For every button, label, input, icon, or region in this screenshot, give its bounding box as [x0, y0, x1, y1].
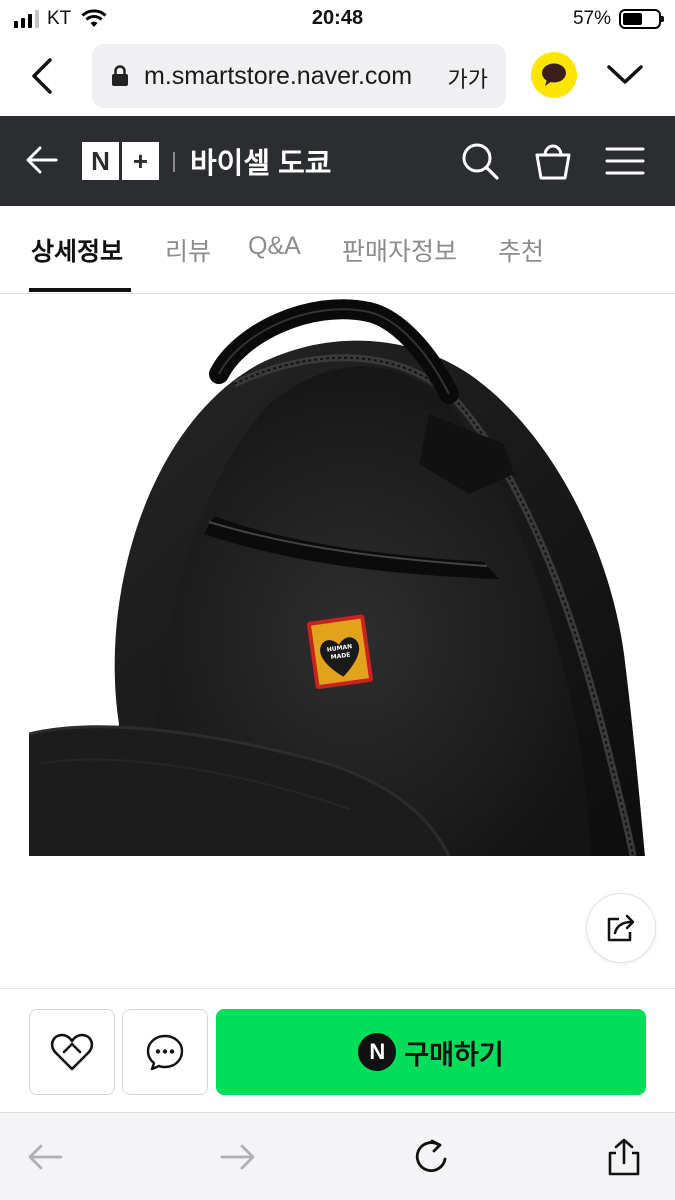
logo-n: N	[82, 142, 119, 180]
naver-plus-logo[interactable]: N +	[82, 142, 160, 180]
lock-icon	[112, 65, 128, 86]
browser-toolbar	[0, 1112, 675, 1200]
tab-qna[interactable]: Q&A	[248, 232, 301, 261]
chat-bubble-icon	[146, 1034, 184, 1071]
share-upload-icon[interactable]	[604, 1137, 644, 1177]
status-right: 57%	[572, 8, 664, 30]
store-header: N + 바이셀 도쿄	[0, 116, 675, 206]
talk-button[interactable]	[122, 1009, 208, 1095]
tab-review[interactable]: 리뷰	[165, 232, 211, 268]
browser-url-row: m.smartstore.naver.com 가가	[0, 40, 675, 112]
back-arrow-icon[interactable]	[24, 142, 60, 178]
backpack-illustration: HUMAN MADE	[29, 299, 645, 856]
battery-icon	[619, 9, 664, 29]
header-divider	[173, 152, 175, 172]
kakao-talk-button[interactable]	[531, 52, 577, 98]
share-icon	[607, 914, 635, 942]
product-image: HUMAN MADE	[29, 294, 645, 856]
heart-icon	[50, 1033, 94, 1071]
buy-label: 구매하기	[404, 1039, 504, 1070]
back-arrow-icon[interactable]	[25, 1137, 65, 1177]
purchase-action-bar: N 구매하기	[0, 988, 675, 1112]
shopping-bag-icon[interactable]	[532, 140, 574, 182]
tab-detail[interactable]: 상세정보	[31, 232, 123, 268]
speech-bubble-icon	[542, 63, 566, 86]
menu-icon[interactable]	[604, 140, 646, 182]
tab-seller-info[interactable]: 판매자정보	[342, 232, 457, 268]
battery-percent: 57%	[572, 8, 611, 29]
status-bar: KT 20:48 57%	[0, 0, 675, 38]
buy-button[interactable]: N 구매하기	[216, 1009, 646, 1095]
human-made-patch: HUMAN MADE	[306, 614, 374, 690]
store-name[interactable]: 바이셀 도쿄	[190, 140, 331, 182]
address-bar[interactable]: m.smartstore.naver.com 가가	[92, 44, 506, 108]
forward-arrow-icon[interactable]	[218, 1137, 258, 1177]
wishlist-button[interactable]	[29, 1009, 115, 1095]
logo-plus: +	[122, 142, 159, 180]
reload-icon[interactable]	[412, 1137, 452, 1177]
tab-recommend[interactable]: 추천	[498, 232, 544, 268]
text-size-button[interactable]: 가가	[448, 62, 488, 94]
browser-back-chevron-icon[interactable]	[26, 56, 60, 96]
product-tabs: 상세정보 리뷰 Q&A 판매자정보 추천	[0, 206, 675, 294]
chevron-down-icon[interactable]	[606, 62, 644, 88]
share-button[interactable]	[586, 893, 656, 963]
tab-active-indicator	[29, 288, 131, 292]
search-icon[interactable]	[459, 140, 501, 182]
naver-pay-n-icon: N	[358, 1033, 397, 1071]
url-text: m.smartstore.naver.com	[144, 61, 413, 90]
